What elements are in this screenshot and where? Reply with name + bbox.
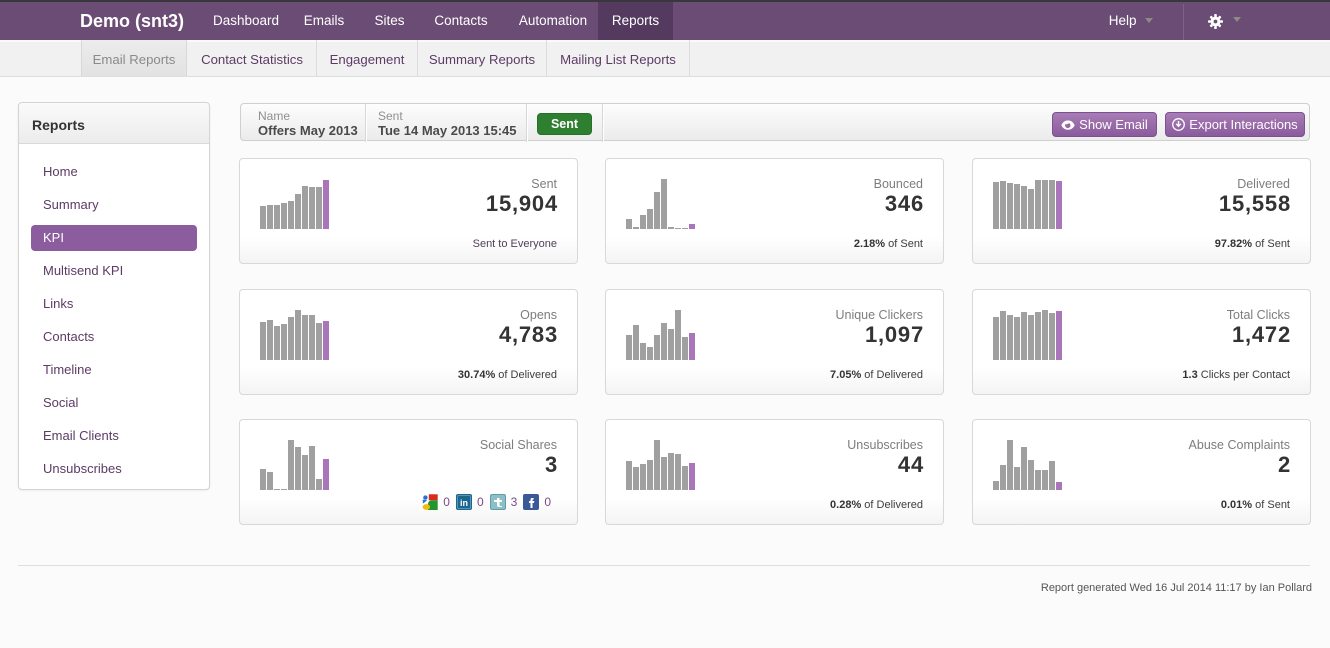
- svg-text:in: in: [460, 498, 468, 508]
